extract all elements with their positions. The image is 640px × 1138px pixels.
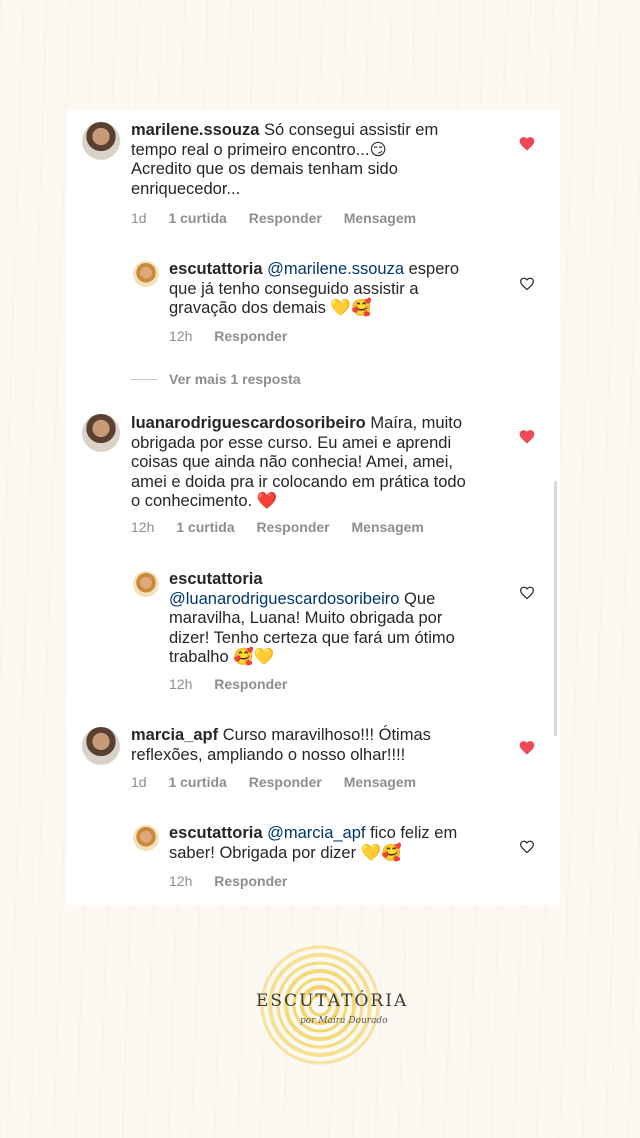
scrollbar[interactable]: [554, 481, 557, 736]
likes-count-button[interactable]: 1 curtida: [168, 774, 226, 790]
logo-title: ESCUTATÓRIA: [256, 991, 409, 1011]
reply-time: 12h: [169, 676, 193, 692]
comment-username[interactable]: luanarodriguescardosoribeiro: [131, 414, 366, 432]
message-button[interactable]: Mensagem: [344, 210, 416, 226]
reply-avatar[interactable]: [133, 571, 159, 597]
comment-time: 1d: [131, 210, 147, 226]
comment-username[interactable]: marilene.ssouza: [131, 121, 259, 139]
view-more-divider: [131, 379, 157, 380]
avatar[interactable]: [82, 414, 120, 452]
reply-line: trabalho 🥰💛: [169, 648, 275, 667]
comment-line: coisas que ainda não conhecia! Amei, ame…: [131, 453, 453, 472]
comment-line: tempo real o primeiro encontro...😏: [131, 140, 387, 159]
reply-button[interactable]: Responder: [257, 519, 330, 535]
reply-text: escutattoria @marilene.ssouza espero que…: [169, 260, 509, 319]
heart-outline-icon[interactable]: [519, 276, 535, 291]
logo-subtitle: por Maíra Dourado: [300, 1016, 388, 1026]
reply-button[interactable]: Responder: [249, 774, 322, 790]
comment-text: luanarodriguescardosoribeiro Maíra, muit…: [131, 414, 541, 512]
reply-username[interactable]: escutattoria: [169, 570, 263, 588]
reply-line: maravilha, Luana! Muito obrigada por: [169, 609, 443, 628]
reply-line: Que: [399, 589, 436, 608]
comment-line: enriquecedor...: [131, 179, 241, 198]
comment-line: o conhecimento. ❤️: [131, 492, 278, 511]
comment-meta: 12h 1 curtida Responder Mensagem: [131, 519, 442, 535]
comment-text: marcia_apf Curso maravilhoso!!! Ótimas r…: [131, 726, 541, 765]
comment-line: amei e doida pra ir colocando em prática…: [131, 472, 466, 491]
reply-button[interactable]: Responder: [249, 210, 322, 226]
message-button[interactable]: Mensagem: [352, 519, 424, 535]
heart-outline-icon[interactable]: [519, 585, 535, 600]
reply-text: escutattoria @marcia_apf fico feliz em s…: [169, 824, 509, 863]
comment-line: Maíra, muito: [365, 414, 463, 432]
reply-line: dizer! Tenho certeza que fará um ótimo: [169, 628, 455, 647]
avatar[interactable]: [82, 122, 120, 160]
reply-username[interactable]: escutattoria: [169, 260, 263, 278]
mention-link[interactable]: @marcia_apf: [267, 824, 365, 842]
reply-avatar[interactable]: [133, 261, 159, 287]
reply-meta: 12h Responder: [169, 328, 305, 344]
reply-button[interactable]: Responder: [214, 328, 287, 344]
message-button[interactable]: Mensagem: [344, 774, 416, 790]
reply-line: saber! Obrigada por dizer 💛🥰: [169, 843, 402, 862]
comment-username[interactable]: marcia_apf: [131, 726, 218, 744]
heart-filled-icon[interactable]: [519, 429, 535, 444]
heart-filled-icon[interactable]: [519, 136, 535, 151]
reply-line: que já tenho conseguido assistir a: [169, 279, 419, 298]
reply-time: 12h: [169, 873, 193, 889]
comment-line: Só consegui assistir em: [263, 121, 439, 139]
likes-count-button[interactable]: 1 curtida: [168, 210, 226, 226]
comment-meta: 1d 1 curtida Responder Mensagem: [131, 210, 434, 226]
reply-text: escutattoria @luanarodriguescardosoribei…: [169, 570, 509, 668]
reply-meta: 12h Responder: [169, 676, 305, 692]
reply-avatar[interactable]: [133, 825, 159, 851]
reply-time: 12h: [169, 328, 193, 344]
heart-outline-icon[interactable]: [519, 839, 535, 854]
reply-meta: 12h Responder: [169, 873, 305, 889]
mention-link[interactable]: @luanarodriguescardosoribeiro: [169, 590, 399, 608]
reply-line: gravação dos demais 💛🥰: [169, 299, 372, 318]
reply-button[interactable]: Responder: [214, 676, 287, 692]
likes-count-button[interactable]: 1 curtida: [176, 519, 234, 535]
heart-filled-icon[interactable]: [519, 740, 535, 755]
comment-text: marilene.ssouza Só consegui assistir em …: [131, 121, 531, 199]
comment-line: obrigada por esse curso. Eu amei e apren…: [131, 433, 452, 452]
comment-meta: 1d 1 curtida Responder Mensagem: [131, 774, 434, 790]
reply-username[interactable]: escutattoria: [169, 824, 263, 842]
comment-line: Acredito que os demais tenham sido: [131, 160, 398, 179]
mention-link[interactable]: @marilene.ssouza: [267, 260, 404, 278]
reply-line: fico feliz em: [365, 824, 458, 842]
reply-button[interactable]: Responder: [214, 873, 287, 889]
avatar[interactable]: [82, 727, 120, 765]
comment-line: Curso maravilhoso!!! Ótimas: [218, 726, 431, 744]
reply-line: espero: [404, 260, 460, 278]
comment-line: reflexões, ampliando o nosso olhar!!!!: [131, 745, 406, 764]
comment-time: 1d: [131, 774, 147, 790]
comment-time: 12h: [131, 519, 155, 535]
view-more-replies-button[interactable]: Ver mais 1 resposta: [169, 371, 301, 387]
